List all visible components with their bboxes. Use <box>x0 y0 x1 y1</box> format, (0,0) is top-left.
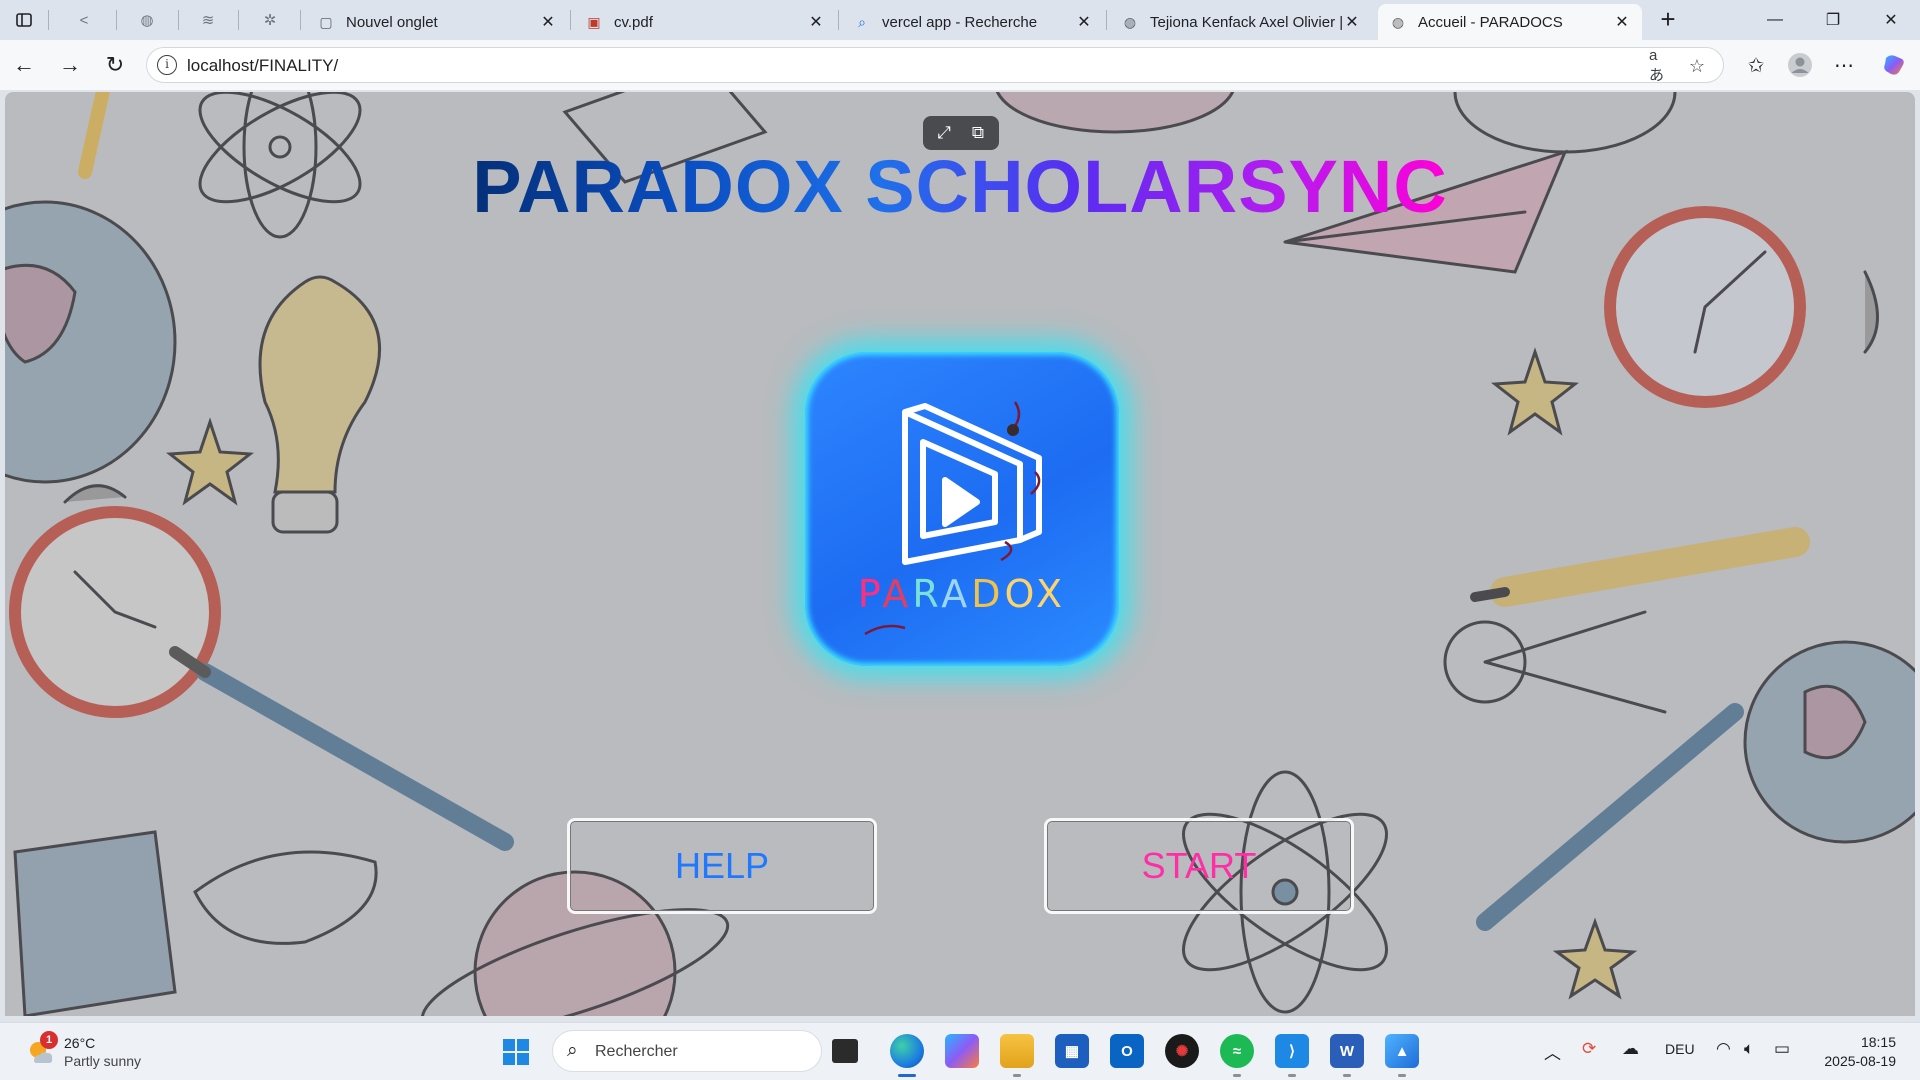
tab-close-icon[interactable]: ✕ <box>806 12 826 32</box>
tab-separator <box>116 10 117 30</box>
weather-widget[interactable]: 1 26°C Partly sunny <box>22 1031 172 1073</box>
system-clock[interactable]: 18:15 2025-08-19 <box>1818 1033 1896 1071</box>
site-info-icon[interactable]: i <box>157 55 177 75</box>
tab-separator <box>48 10 49 30</box>
tab-separator <box>300 10 301 30</box>
tab-close-icon[interactable]: ✕ <box>1612 12 1632 32</box>
arrow-left-icon: ← <box>13 52 35 77</box>
address-bar[interactable]: i localhost/FINALITY/ a あ ☆ <box>146 47 1724 84</box>
page-title: PARADOX SCHOLARSYNC <box>472 145 1448 228</box>
tab-close-icon[interactable]: ✕ <box>1342 12 1362 32</box>
wifi-icon[interactable]: ◠ <box>1716 1039 1731 1059</box>
windows-start-icon[interactable] <box>502 1038 530 1066</box>
search-icon: ⌕ <box>567 1040 578 1061</box>
photos-icon[interactable]: ▲ <box>1385 1034 1419 1068</box>
pdf-icon: ▣ <box>587 13 601 30</box>
start-button[interactable]: START <box>1044 818 1354 914</box>
reload-button[interactable]: ↻ <box>101 51 129 79</box>
pinned-tab-app-icon[interactable]: ≋ <box>196 8 220 32</box>
paradox-wordmark: PARADOX <box>857 572 1067 616</box>
globe-icon: ◍ <box>1123 13 1137 30</box>
read-aloud-icon[interactable]: a あ <box>1649 47 1673 84</box>
clock-time: 18:15 <box>1860 1034 1896 1050</box>
profile-avatar[interactable] <box>1786 51 1814 79</box>
blank-page-icon: ▢ <box>319 13 333 30</box>
outlook-icon[interactable]: O <box>1110 1034 1144 1068</box>
favorites-icon[interactable]: ✩ <box>1742 51 1770 79</box>
tab-new-tab[interactable]: ▢ Nouvel onglet ✕ <box>306 4 568 40</box>
app-indicator <box>1288 1074 1296 1077</box>
tab-tejiona[interactable]: ◍ Tejiona Kenfack Axel Olivier | ✕ <box>1110 4 1372 40</box>
pinned-tab-chatgpt-icon[interactable]: ✲ <box>258 8 282 32</box>
new-tab-button[interactable]: + <box>1654 6 1682 34</box>
favorite-star-icon[interactable]: ☆ <box>1685 54 1709 78</box>
copilot-app-icon[interactable] <box>945 1034 979 1068</box>
tab-separator <box>238 10 239 30</box>
pinned-tab-share-icon[interactable]: < <box>72 8 96 32</box>
app-indicator <box>1013 1074 1021 1077</box>
close-window-button[interactable]: ✕ <box>1868 4 1914 36</box>
clock-date: 2025-08-19 <box>1824 1053 1896 1069</box>
copilot-icon[interactable] <box>1880 51 1908 79</box>
globe-icon: ◍ <box>1391 13 1405 30</box>
forward-button[interactable]: → <box>56 51 84 79</box>
davinci-icon[interactable]: ✺ <box>1165 1034 1199 1068</box>
weather-badge: 1 <box>40 1031 58 1049</box>
address-bar-url[interactable]: localhost/FINALITY/ <box>187 56 338 76</box>
spotify-icon[interactable]: ≈ <box>1220 1034 1254 1068</box>
tab-accueil-paradocs[interactable]: ◍ Accueil - PARADOCS ✕ <box>1378 4 1642 40</box>
page-viewport: ⤢ ⧉ PARADOX SCHOLARSYNC PARADOX HELP STA… <box>5 92 1915 1016</box>
pop-out-icon[interactable]: ⤢ <box>931 123 957 143</box>
tab-vercel-search[interactable]: ⌕ vercel app - Recherche ✕ <box>842 4 1104 40</box>
file-explorer-icon[interactable] <box>1000 1034 1034 1068</box>
windows-taskbar: 1 26°C Partly sunny ⌕ Rechercher ▦ O ✺ ≈… <box>0 1022 1920 1080</box>
minimize-button[interactable]: — <box>1752 4 1798 36</box>
restore-button[interactable]: ❐ <box>1810 4 1856 36</box>
language-indicator[interactable]: DEU <box>1665 1041 1695 1057</box>
reload-icon: ↻ <box>105 52 125 77</box>
visual-search-icon[interactable]: ⧉ <box>965 123 991 143</box>
onedrive-cloud-icon[interactable]: ☁ <box>1622 1039 1639 1059</box>
vscode-icon[interactable]: ⟩ <box>1275 1034 1309 1068</box>
tab-separator <box>178 10 179 30</box>
arrow-right-icon: → <box>59 52 81 77</box>
app-indicator <box>1343 1074 1351 1077</box>
back-button[interactable]: ← <box>10 51 38 79</box>
pinned-tab-globe-icon[interactable]: ◍ <box>135 8 159 32</box>
active-app-indicator <box>898 1074 916 1077</box>
taskbar-search[interactable]: ⌕ Rechercher <box>552 1030 822 1072</box>
browser-toolbar: ← → ↻ i localhost/FINALITY/ a あ ☆ ✩ ⋯ <box>0 40 1920 90</box>
paradox-logo: PARADOX <box>805 352 1119 666</box>
tab-cv-pdf[interactable]: ▣ cv.pdf ✕ <box>574 4 836 40</box>
volume-icon[interactable]: 🔈︎ <box>1744 1039 1754 1059</box>
search-icon: ⌕ <box>858 13 866 30</box>
task-view-icon[interactable] <box>832 1039 858 1063</box>
tab-actions-icon[interactable] <box>12 8 36 32</box>
tab-close-icon[interactable]: ✕ <box>538 12 558 32</box>
edge-icon[interactable] <box>890 1034 924 1068</box>
show-hidden-icons-chevron-icon[interactable]: ︿ <box>1544 1039 1561 1064</box>
paradox-logo-mark-icon <box>864 401 1042 636</box>
help-button[interactable]: HELP <box>567 818 877 914</box>
word-icon[interactable]: W <box>1330 1034 1364 1068</box>
tab-separator <box>570 10 571 30</box>
tab-strip: < ◍ ≋ ✲ ▢ Nouvel onglet ✕ ▣ cv.pdf ✕ ⌕ v… <box>0 0 1920 40</box>
app-indicator <box>1233 1074 1241 1077</box>
tab-separator <box>838 10 839 30</box>
tab-separator <box>1106 10 1107 30</box>
weather-desc: Partly sunny <box>64 1053 142 1069</box>
more-menu-icon[interactable]: ⋯ <box>1830 51 1858 79</box>
weather-temp: 26°C <box>64 1035 96 1051</box>
battery-icon[interactable]: ▭ <box>1774 1039 1790 1059</box>
sync-icon[interactable]: ⟳ <box>1582 1039 1596 1059</box>
microsoft-store-icon[interactable]: ▦ <box>1055 1034 1089 1068</box>
tab-close-icon[interactable]: ✕ <box>1074 12 1094 32</box>
app-indicator <box>1398 1074 1406 1077</box>
